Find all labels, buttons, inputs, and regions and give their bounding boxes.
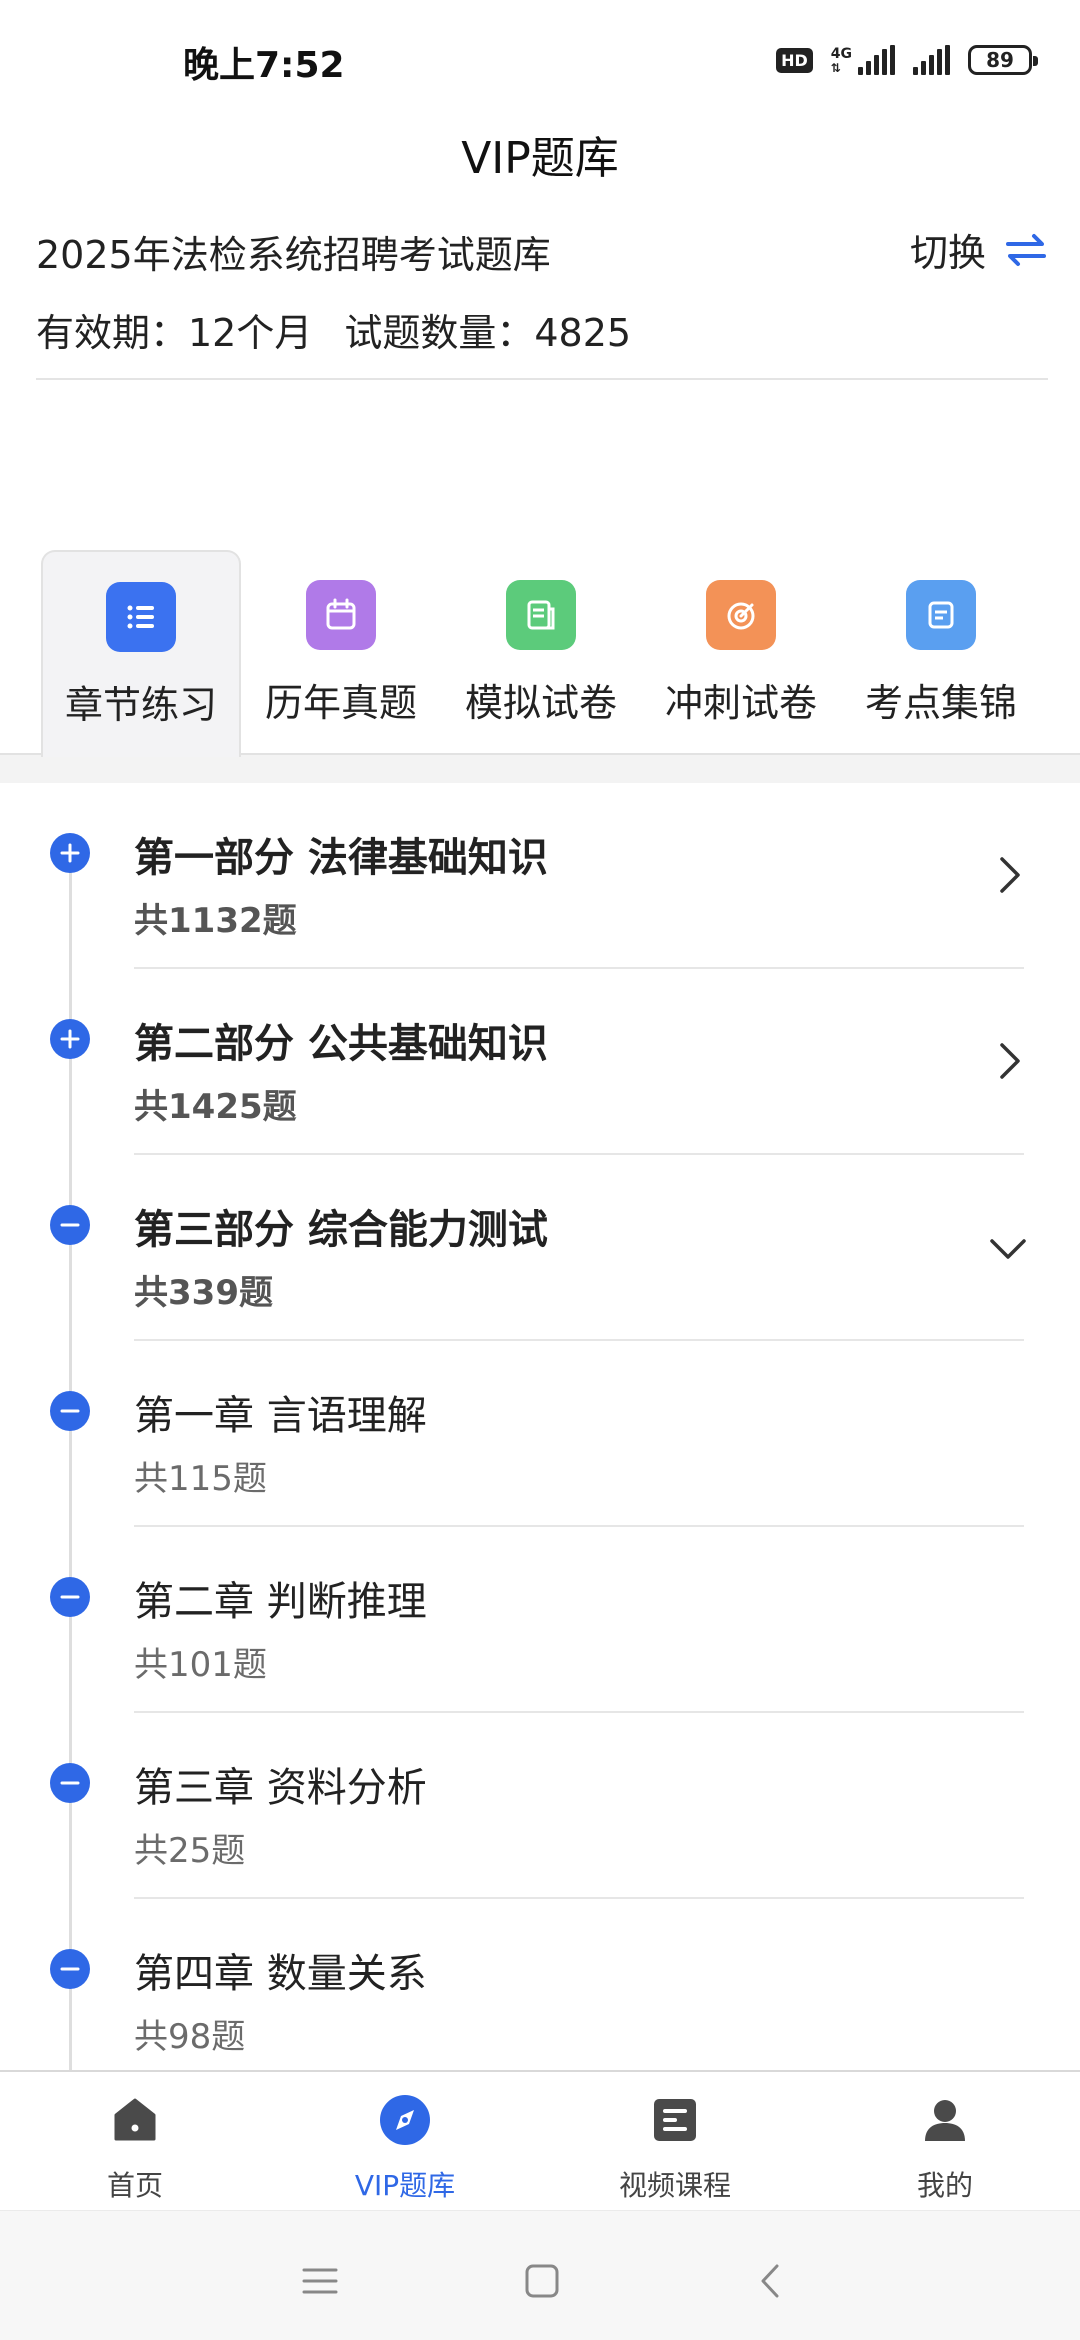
collapse-minus-icon[interactable] [50, 1205, 90, 1245]
question-bank-name: 2025年法检系统招聘考试题库 [36, 233, 551, 277]
practice-mode-tabs: 章节练习 历年真题 模拟试卷 冲刺试卷 考点集锦 [0, 550, 1080, 757]
tab-key-points[interactable]: 考点集锦 [841, 550, 1041, 755]
user-icon [917, 2092, 973, 2148]
chapter-list: 第一部分 法律基础知识 共1132题 第二部分 公共基础知识 共1425题 第三… [0, 783, 1080, 2073]
nav-label: VIP题库 [354, 2169, 456, 2202]
nav-video-courses[interactable]: 视频课程 [585, 2092, 765, 2204]
system-navigation-bar [0, 2210, 1080, 2340]
list-icon [106, 582, 176, 652]
square-icon [525, 2264, 559, 2298]
cellular-signal-2-icon [913, 45, 950, 75]
item-count: 共1132题 [134, 901, 297, 941]
item-count: 共339题 [134, 1273, 273, 1313]
chevron-right-icon [1000, 1043, 1020, 1079]
item-title: 第一章 言语理解 [134, 1393, 427, 1439]
nav-mine[interactable]: 我的 [855, 2092, 1035, 2204]
list-item-chapter-2[interactable]: 第二章 判断推理 共101题 [0, 1527, 1080, 1713]
nav-label: 视频课程 [618, 2169, 731, 2202]
tab-label: 模拟试卷 [464, 681, 617, 725]
minus-node-icon [50, 1949, 90, 1989]
chevron-down-icon [990, 1239, 1026, 1259]
tab-mock-papers[interactable]: 模拟试卷 [441, 550, 641, 755]
paper-icon [506, 580, 576, 650]
item-count: 共101题 [134, 1645, 267, 1685]
back-arrow-icon [761, 2264, 779, 2298]
minus-node-icon [50, 1577, 90, 1617]
nav-label: 首页 [106, 2169, 163, 2202]
validity-period: 有效期：12个月 [36, 311, 313, 355]
nav-vip-bank[interactable]: VIP题库 [315, 2092, 495, 2204]
list-item-chapter-1[interactable]: 第一章 言语理解 共115题 [0, 1341, 1080, 1527]
question-count: 试题数量：4825 [344, 311, 632, 355]
tab-label: 历年真题 [264, 681, 417, 725]
network-type: 4G [830, 46, 852, 62]
status-icons: HD 4G ⇅ 89 [776, 40, 1038, 80]
nav-home[interactable]: 首页 [45, 2092, 225, 2204]
expand-plus-icon[interactable] [50, 833, 90, 873]
item-count: 共1425题 [134, 1087, 297, 1127]
list-item-part-2[interactable]: 第二部分 公共基础知识 共1425题 [0, 969, 1080, 1155]
tab-past-exams[interactable]: 历年真题 [241, 550, 441, 755]
target-icon [706, 580, 776, 650]
item-title: 第三部分 综合能力测试 [134, 1207, 548, 1253]
status-time: 晚上7:52 [183, 45, 345, 86]
status-bar: 晚上7:52 HD 4G ⇅ 89 [0, 0, 1080, 120]
compass-icon [377, 2092, 433, 2148]
list-item-part-1[interactable]: 第一部分 法律基础知识 共1132题 [0, 783, 1080, 969]
minus-node-icon [50, 1763, 90, 1803]
item-title: 第三章 资料分析 [134, 1765, 427, 1811]
bank-meta: 有效期：12个月 试题数量：4825 [36, 302, 631, 357]
page-title: VIP题库 [461, 133, 619, 184]
item-title: 第二部分 公共基础知识 [134, 1021, 548, 1067]
tab-label: 考点集锦 [864, 681, 1017, 725]
home-button[interactable] [512, 2251, 572, 2311]
item-count: 共25题 [134, 1831, 246, 1871]
chevron-right-icon [1000, 857, 1020, 893]
swap-arrows-icon [1006, 233, 1046, 266]
calendar-icon [306, 580, 376, 650]
list-item-chapter-4[interactable]: 第四章 数量关系 共98题 [0, 1899, 1080, 2073]
cellular-signal-icon: 4G ⇅ [831, 45, 895, 75]
battery-level: 89 [986, 48, 1014, 72]
document-icon [647, 2092, 703, 2148]
item-title: 第二章 判断推理 [134, 1579, 427, 1625]
switch-bank-button[interactable]: 切换 [910, 222, 1048, 277]
divider [36, 378, 1048, 380]
tab-label: 章节练习 [64, 683, 217, 727]
tab-sprint-papers[interactable]: 冲刺试卷 [641, 550, 841, 755]
section-gap [0, 755, 1080, 783]
tab-chapter-practice[interactable]: 章节练习 [41, 550, 241, 757]
list-item-part-3[interactable]: 第三部分 综合能力测试 共339题 [0, 1155, 1080, 1341]
item-count: 共98题 [134, 2017, 246, 2057]
bottom-navigation: 首页 VIP题库 视频课程 我的 [0, 2070, 1080, 2210]
menu-icon [302, 2268, 338, 2294]
nav-label: 我的 [916, 2169, 973, 2202]
list-item-chapter-3[interactable]: 第三章 资料分析 共25题 [0, 1713, 1080, 1899]
expand-plus-icon[interactable] [50, 1019, 90, 1059]
hd-icon: HD [776, 47, 813, 73]
tab-label: 冲刺试卷 [664, 681, 817, 725]
menu-button[interactable] [290, 2251, 350, 2311]
item-title: 第四章 数量关系 [134, 1951, 427, 1997]
item-count: 共115题 [134, 1459, 267, 1499]
battery-icon: 89 [968, 45, 1038, 75]
switch-label: 切换 [909, 231, 986, 275]
back-button[interactable] [740, 2251, 800, 2311]
collection-icon [906, 580, 976, 650]
minus-node-icon [50, 1391, 90, 1431]
item-title: 第一部分 法律基础知识 [134, 835, 548, 881]
home-icon [107, 2092, 163, 2148]
